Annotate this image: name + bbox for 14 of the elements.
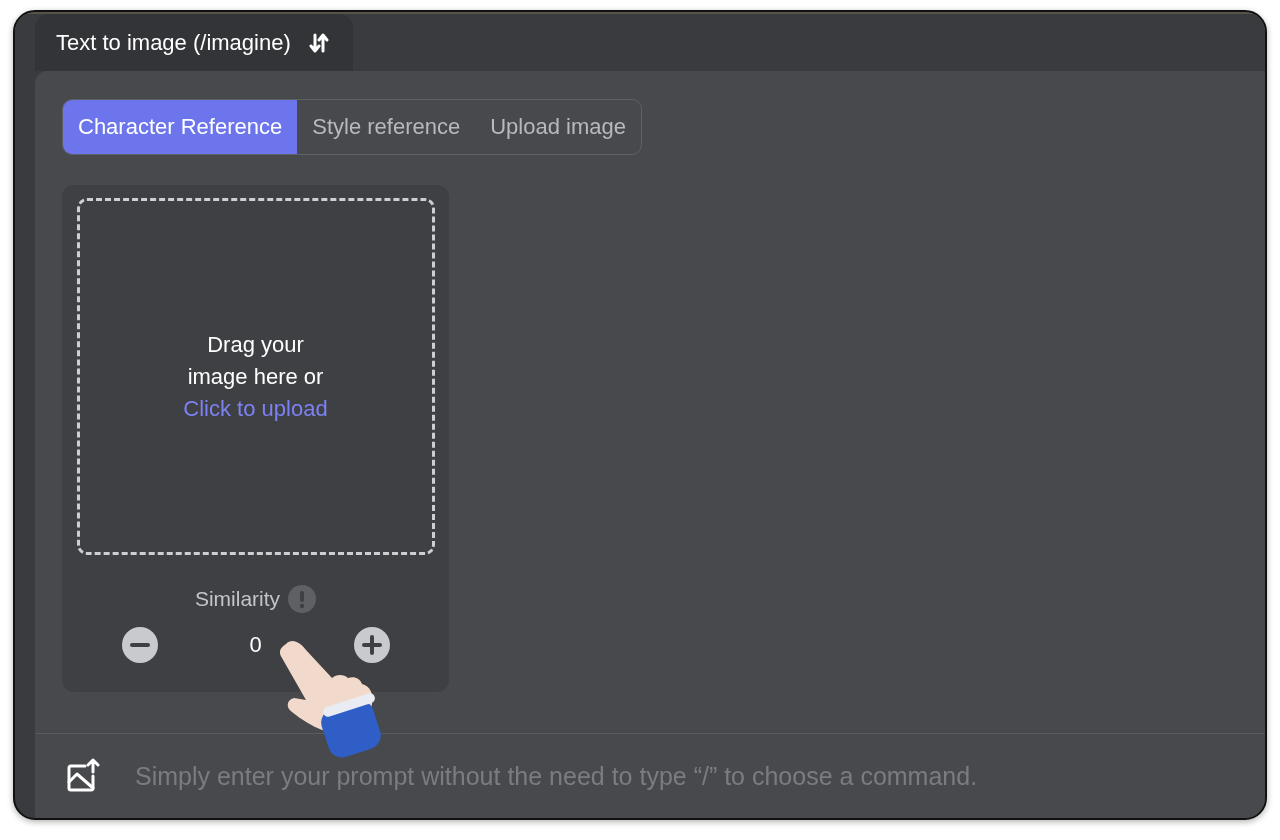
drop-zone[interactable]: Drag your image here or Click to upload — [76, 198, 435, 555]
reference-tab[interactable]: Style reference — [297, 100, 476, 154]
reference-tab[interactable]: Upload image — [475, 100, 641, 154]
upload-link[interactable]: Click to upload — [183, 392, 328, 425]
reference-tab[interactable]: Character Reference — [63, 100, 298, 154]
image-upload-icon[interactable] — [65, 758, 101, 794]
decrease-button[interactable] — [121, 627, 158, 663]
similarity-value: 0 — [248, 632, 263, 658]
mode-tab[interactable]: Text to image (/imagine) — [35, 14, 353, 71]
drop-hint: Drag your image here or — [186, 330, 325, 391]
mode-title: Text to image (/imagine) — [56, 29, 291, 56]
sort-arrows-icon[interactable] — [308, 31, 329, 54]
similarity-label: Similarity — [194, 587, 281, 611]
increase-button[interactable] — [353, 627, 390, 663]
